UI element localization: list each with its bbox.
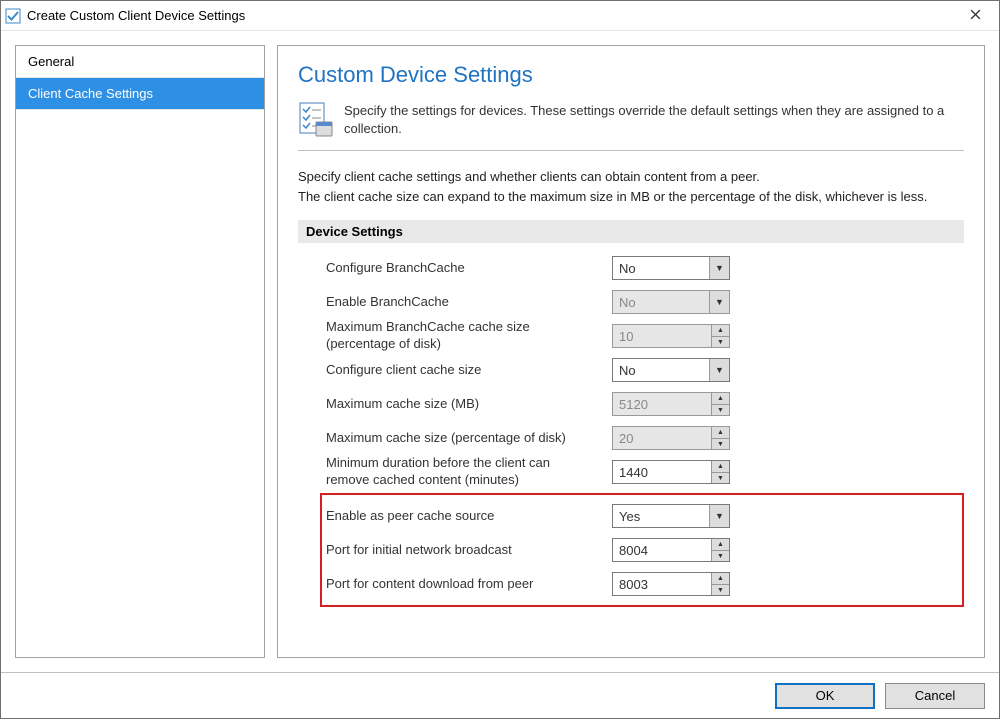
setting-row-port-initial-broadcast: Port for initial network broadcast 8004 … bbox=[326, 533, 958, 567]
setting-label: Enable as peer cache source bbox=[326, 508, 596, 525]
spinner-up-icon: ▲ bbox=[712, 427, 729, 438]
setting-label: Port for content download from peer bbox=[326, 576, 596, 593]
setting-row-max-cache-size-pct: Maximum cache size (percentage of disk) … bbox=[326, 421, 964, 455]
setting-row-min-duration-remove: Minimum duration before the client can r… bbox=[326, 455, 964, 489]
setting-label: Maximum BranchCache cache size (percenta… bbox=[326, 319, 596, 353]
separator bbox=[298, 150, 964, 151]
spinner-down-icon: ▼ bbox=[712, 404, 729, 416]
cancel-button[interactable]: Cancel bbox=[885, 683, 985, 709]
close-icon bbox=[970, 7, 981, 24]
configure-client-cache-size-combo[interactable]: No ▼ bbox=[612, 358, 730, 382]
description-line: The client cache size can expand to the … bbox=[298, 187, 964, 207]
spinner-value: 8003 bbox=[613, 573, 711, 595]
enable-peer-cache-source-combo[interactable]: Yes ▼ bbox=[612, 504, 730, 528]
combo-value: Yes bbox=[613, 505, 709, 527]
page-heading: Custom Device Settings bbox=[298, 62, 964, 88]
content-panel: Custom Device Settings Spec bbox=[277, 45, 985, 658]
setting-label: Configure client cache size bbox=[326, 362, 596, 379]
spinner-value: 5120 bbox=[613, 393, 711, 415]
button-label: OK bbox=[816, 688, 835, 703]
max-branchcache-size-spinner: 10 ▲ ▼ bbox=[612, 324, 730, 348]
setting-label: Configure BranchCache bbox=[326, 260, 596, 277]
spinner-buttons: ▲ ▼ bbox=[711, 325, 729, 347]
description: Specify client cache settings and whethe… bbox=[298, 167, 964, 206]
spinner-down-icon[interactable]: ▼ bbox=[712, 550, 729, 562]
spinner-buttons: ▲ ▼ bbox=[711, 573, 729, 595]
setting-label: Minimum duration before the client can r… bbox=[326, 455, 596, 489]
chevron-down-icon: ▼ bbox=[709, 505, 729, 527]
min-duration-remove-spinner[interactable]: 1440 ▲ ▼ bbox=[612, 460, 730, 484]
button-label: Cancel bbox=[915, 688, 955, 703]
sidebar-item-label: Client Cache Settings bbox=[28, 86, 153, 101]
window-title: Create Custom Client Device Settings bbox=[27, 8, 955, 23]
sidebar-item-label: General bbox=[28, 54, 74, 69]
spinner-buttons: ▲ ▼ bbox=[711, 427, 729, 449]
setting-row-enable-branchcache: Enable BranchCache No ▼ bbox=[326, 285, 964, 319]
spinner-up-icon[interactable]: ▲ bbox=[712, 539, 729, 550]
enable-branchcache-combo: No ▼ bbox=[612, 290, 730, 314]
spinner-value: 1440 bbox=[613, 461, 711, 483]
spinner-buttons: ▲ ▼ bbox=[711, 539, 729, 561]
spinner-down-icon[interactable]: ▼ bbox=[712, 584, 729, 596]
spinner-value: 10 bbox=[613, 325, 711, 347]
max-cache-size-mb-spinner: 5120 ▲ ▼ bbox=[612, 392, 730, 416]
combo-value: No bbox=[613, 291, 709, 313]
chevron-down-icon: ▼ bbox=[709, 257, 729, 279]
combo-value: No bbox=[613, 257, 709, 279]
intro-block: Specify the settings for devices. These … bbox=[298, 102, 964, 138]
sidebar: General Client Cache Settings bbox=[15, 45, 265, 658]
spinner-up-icon: ▲ bbox=[712, 393, 729, 404]
chevron-down-icon: ▼ bbox=[709, 359, 729, 381]
setting-row-max-branchcache-size: Maximum BranchCache cache size (percenta… bbox=[326, 319, 964, 353]
chevron-down-icon: ▼ bbox=[709, 291, 729, 313]
dialog-window: Create Custom Client Device Settings Gen… bbox=[0, 0, 1000, 719]
setting-row-max-cache-size-mb: Maximum cache size (MB) 5120 ▲ ▼ bbox=[326, 387, 964, 421]
spinner-up-icon: ▲ bbox=[712, 325, 729, 336]
spinner-up-icon[interactable]: ▲ bbox=[712, 461, 729, 472]
ok-button[interactable]: OK bbox=[775, 683, 875, 709]
highlighted-region: Enable as peer cache source Yes ▼ Port f… bbox=[320, 493, 964, 607]
spinner-down-icon[interactable]: ▼ bbox=[712, 472, 729, 484]
setting-label: Maximum cache size (percentage of disk) bbox=[326, 430, 596, 447]
description-line: Specify client cache settings and whethe… bbox=[298, 167, 964, 187]
spinner-up-icon[interactable]: ▲ bbox=[712, 573, 729, 584]
spinner-value: 20 bbox=[613, 427, 711, 449]
checklist-icon bbox=[298, 102, 334, 138]
spinner-down-icon: ▼ bbox=[712, 336, 729, 348]
dialog-footer: OK Cancel bbox=[1, 672, 999, 718]
sidebar-item-client-cache-settings[interactable]: Client Cache Settings bbox=[16, 78, 264, 110]
setting-row-port-content-download: Port for content download from peer 8003… bbox=[326, 567, 958, 601]
titlebar: Create Custom Client Device Settings bbox=[1, 1, 999, 31]
setting-row-enable-peer-cache-source: Enable as peer cache source Yes ▼ bbox=[326, 499, 958, 533]
setting-row-configure-client-cache-size: Configure client cache size No ▼ bbox=[326, 353, 964, 387]
port-content-download-spinner[interactable]: 8003 ▲ ▼ bbox=[612, 572, 730, 596]
combo-value: No bbox=[613, 359, 709, 381]
spinner-buttons: ▲ ▼ bbox=[711, 461, 729, 483]
spinner-down-icon: ▼ bbox=[712, 438, 729, 450]
setting-label: Maximum cache size (MB) bbox=[326, 396, 596, 413]
spinner-buttons: ▲ ▼ bbox=[711, 393, 729, 415]
dialog-body: General Client Cache Settings Custom Dev… bbox=[1, 31, 999, 672]
setting-row-configure-branchcache: Configure BranchCache No ▼ bbox=[326, 251, 964, 285]
port-initial-broadcast-spinner[interactable]: 8004 ▲ ▼ bbox=[612, 538, 730, 562]
close-button[interactable] bbox=[955, 2, 995, 30]
sidebar-item-general[interactable]: General bbox=[16, 46, 264, 78]
app-icon bbox=[5, 8, 21, 24]
group-header: Device Settings bbox=[298, 220, 964, 243]
setting-label: Port for initial network broadcast bbox=[326, 542, 596, 559]
setting-label: Enable BranchCache bbox=[326, 294, 596, 311]
intro-text: Specify the settings for devices. These … bbox=[344, 102, 964, 138]
max-cache-size-pct-spinner: 20 ▲ ▼ bbox=[612, 426, 730, 450]
spinner-value: 8004 bbox=[613, 539, 711, 561]
device-settings-table: Configure BranchCache No ▼ Enable Branch… bbox=[298, 251, 964, 607]
configure-branchcache-combo[interactable]: No ▼ bbox=[612, 256, 730, 280]
